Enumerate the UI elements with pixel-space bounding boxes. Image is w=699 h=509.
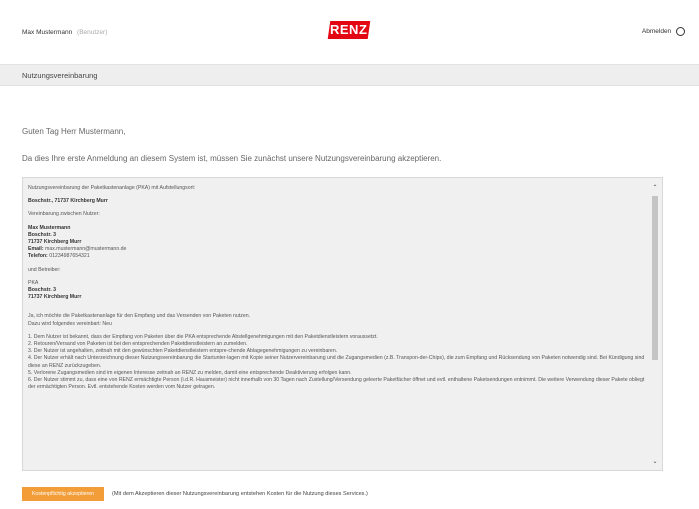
- email-label: Email:: [28, 246, 44, 253]
- clause: 2. Retouren/Versand von Paketen ist bei …: [28, 341, 248, 348]
- accept-button[interactable]: Kostenpflichtig akzeptieren: [22, 487, 104, 501]
- scrollbar-thumb[interactable]: [652, 196, 658, 360]
- logout-label: Abmelden: [641, 28, 672, 36]
- operator-label: und Betreiber:: [28, 266, 61, 273]
- user-role: (Benutzer): [77, 29, 108, 36]
- clause: 3. Der Nutzer ist angehalten, zeitnah mi…: [28, 348, 338, 355]
- user-address-street: Boschstr. 3: [28, 231, 56, 238]
- operator-street: Boschstr. 3: [28, 287, 56, 294]
- chevron-up-icon[interactable]: ⌃: [651, 184, 659, 191]
- intro-text: Da dies Ihre erste Anmeldung an diesem S…: [22, 154, 442, 163]
- renz-logo: RENZ: [327, 21, 371, 39]
- agreement-heading: Nutzungsvereinbarung der Paketkastenanla…: [28, 185, 196, 191]
- logo-text: RENZ: [330, 22, 368, 37]
- phone-label: Telefon:: [28, 253, 48, 260]
- intent-text: Dazu wird folgendes vereinbart: Neu: [28, 320, 112, 327]
- app-header: Max Mustermann (Benutzer) RENZ Abmelden: [0, 0, 699, 60]
- user-phone: 01234987654321: [49, 253, 90, 260]
- agreement-scrollbar[interactable]: ⌃ ⌄: [648, 178, 662, 470]
- clause: 4. Der Nutzer erhält nach Unterzeichnung…: [28, 355, 645, 369]
- intent-text: Ja, ich möchte die Paketkastenanlage für…: [28, 313, 251, 320]
- agreement-location: Boschstr., 71737 Kirchberg Murr: [28, 198, 108, 205]
- user-address-name: Max Mustermann: [28, 224, 71, 231]
- user-info: Max Mustermann (Benutzer): [22, 29, 107, 36]
- logout-button[interactable]: Abmelden: [642, 27, 685, 36]
- clause: 5. Verlorene Zugangsmedien sind im eigen…: [28, 369, 352, 376]
- between-label: Vereinbarung zwischen Nutzer:: [28, 211, 100, 218]
- greeting-text: Guten Tag Herr Mustermann,: [22, 127, 126, 136]
- chevron-down-icon[interactable]: ⌄: [651, 458, 659, 465]
- user-email: max.mustermann@mustermann.de: [45, 246, 127, 253]
- user-address-city: 71737 Kirchberg Murr: [28, 239, 82, 246]
- clause: 6. Der Nutzer stimmt zu, dass eine von R…: [28, 377, 645, 391]
- agreement-textbox[interactable]: Nutzungsvereinbarung der Paketkastenanla…: [22, 177, 663, 471]
- power-icon: [676, 27, 685, 36]
- user-name: Max Mustermann: [22, 29, 73, 36]
- operator-city: 71737 Kirchberg Murr: [28, 294, 82, 301]
- agreement-content: Nutzungsvereinbarung der Paketkastenanla…: [28, 185, 648, 391]
- operator-name: PKA: [28, 279, 39, 286]
- page-title-bar: Nutzungsvereinbarung: [0, 64, 699, 86]
- clause: 1. Dem Nutzer ist bekannt, dass der Empf…: [28, 333, 378, 340]
- cost-note: (Mit dem Akzeptieren dieser Nutzungsvere…: [112, 491, 368, 497]
- page-title: Nutzungsvereinbarung: [22, 71, 98, 80]
